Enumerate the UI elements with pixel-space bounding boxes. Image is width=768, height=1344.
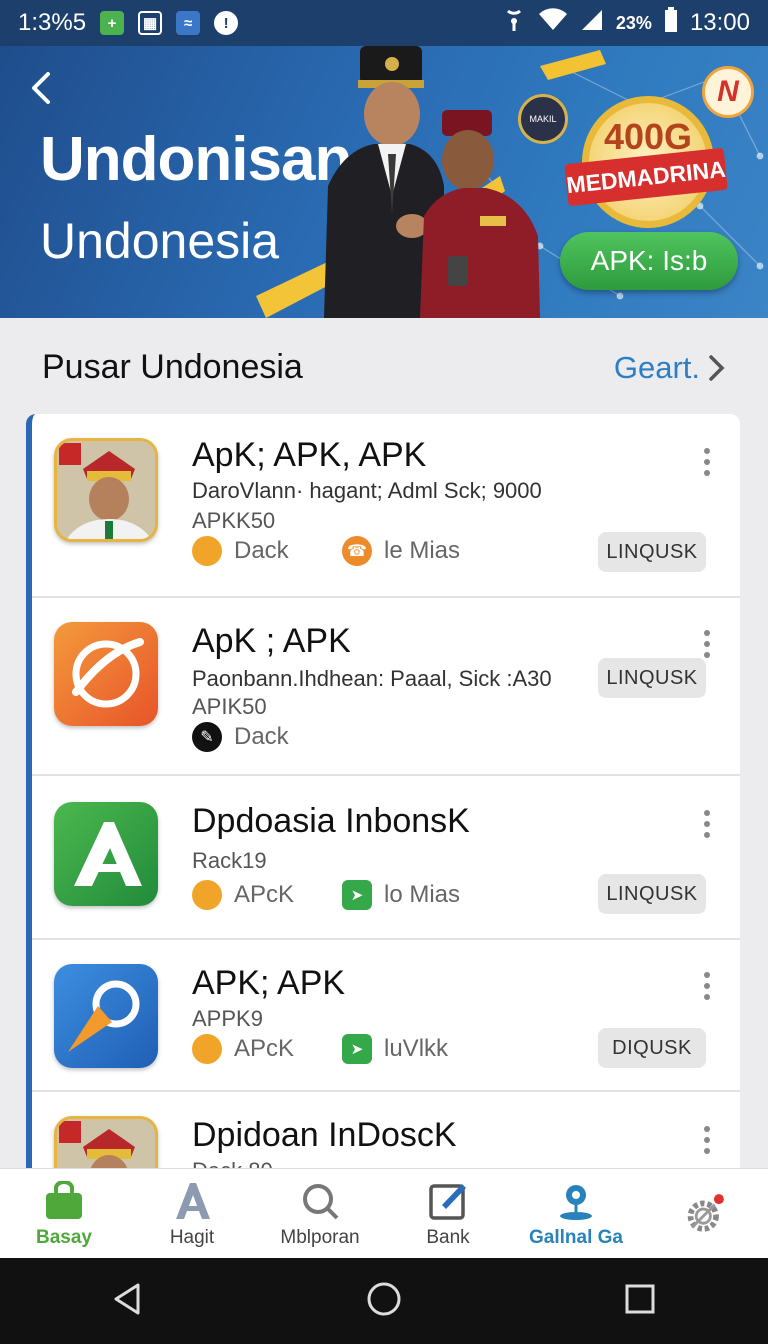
- app-name: Dpdoasia InbonsK: [192, 802, 470, 840]
- app-description: Paonbann.Ihdhean: Paaal, Sick :A30: [192, 666, 552, 691]
- nav-tab-gallnal[interactable]: Gallnal Ga: [512, 1169, 640, 1258]
- status-left-text: 1:3%5: [18, 9, 87, 36]
- seal-badge: MAKIL: [518, 94, 568, 144]
- list-item[interactable]: ApK ; APK Paonbann.Ihdhean: Paaal, Sick …: [32, 598, 740, 776]
- battery-percent: 23%: [615, 12, 652, 33]
- tag-label: le Mias: [384, 537, 461, 564]
- plus-notification-icon: +: [100, 11, 125, 35]
- tag-label: Dack: [234, 723, 289, 750]
- calendar-notification-icon: ▦: [138, 11, 163, 35]
- install-button[interactable]: LINQUSK: [598, 658, 706, 698]
- tag-label: Dack: [234, 537, 289, 564]
- status-bar: 1:3%5 + ▦ ≈ ! 23% 13:00: [0, 0, 768, 46]
- app-tag: APcK: [192, 880, 294, 910]
- tag-label: lo Mias: [384, 881, 461, 908]
- nav-label: Mblporan: [280, 1226, 360, 1248]
- edit-box-icon: [426, 1179, 470, 1223]
- clock: 13:00: [689, 9, 750, 36]
- gear-icon: [682, 1192, 726, 1236]
- app-icon-letter-a: [54, 802, 158, 906]
- more-options-icon[interactable]: [702, 1126, 712, 1154]
- phone-icon: ☎: [342, 536, 372, 566]
- app-list: ApK; APK, APK DaroVlann· hagant; Adml Sc…: [26, 414, 740, 1168]
- more-options-icon[interactable]: [702, 810, 712, 838]
- app-tag: ☎ le Mias: [342, 536, 460, 566]
- orange-coin-icon: [192, 880, 222, 910]
- app-description: DaroVlann· hagant; Adml Sck; 9000: [192, 478, 542, 503]
- nav-label: Basay: [36, 1226, 92, 1248]
- send-icon: ➤: [342, 880, 372, 910]
- app-meta: APKK50: [192, 508, 276, 533]
- letter-a-icon: [170, 1179, 214, 1223]
- alert-notification-icon: !: [214, 11, 239, 35]
- more-options-icon[interactable]: [702, 972, 712, 1000]
- see-all-label: Geart.: [613, 350, 700, 385]
- app-tag: Dack: [192, 536, 289, 566]
- app-icon-orange-swirl: [54, 622, 158, 726]
- feather-icon: ✎: [192, 722, 222, 752]
- install-button[interactable]: LINQUSK: [598, 532, 706, 572]
- app-meta: Dack 80: [192, 1158, 273, 1168]
- app-name: Dpidoan InDoscK: [192, 1116, 457, 1154]
- wifi-icon: [538, 7, 568, 39]
- list-item[interactable]: Dpdoasia InbonsK Rack19 APcK ➤ lo Mias L…: [32, 776, 740, 940]
- app-name: ApK; APK, APK: [192, 436, 427, 474]
- tag-label: luVlkk: [384, 1035, 449, 1062]
- app-meta: APIK50: [192, 694, 267, 719]
- tag-label: APcK: [234, 1035, 295, 1062]
- nav-label: Bank: [426, 1226, 470, 1248]
- app-name: APK; APK: [192, 964, 346, 1002]
- search-icon: [298, 1179, 342, 1223]
- signal-icon: [580, 8, 604, 39]
- hotspot-icon: [502, 7, 526, 40]
- app-meta: Rack19: [192, 848, 267, 873]
- chevron-left-icon: [32, 72, 50, 104]
- list-item[interactable]: ApK; APK, APK DaroVlann· hagant; Adml Sc…: [32, 414, 740, 598]
- nav-label: Gallnal Ga: [529, 1226, 623, 1248]
- nav-tab-bank[interactable]: Bank: [384, 1169, 512, 1258]
- app-meta: APPK9: [192, 1006, 263, 1031]
- back-triangle-icon[interactable]: [110, 1281, 146, 1322]
- nav-label: Hagit: [169, 1226, 215, 1248]
- nav-tab-basay[interactable]: Basay: [0, 1169, 128, 1258]
- app-icon-portrait: [54, 1116, 158, 1168]
- list-item[interactable]: Dpidoan InDoscK Dack 80: [32, 1092, 740, 1168]
- app-tag: ➤ luVlkk: [342, 1034, 448, 1064]
- tag-label: APcK: [234, 881, 295, 908]
- recents-square-icon[interactable]: [622, 1281, 658, 1322]
- app-tag: ✎ Dack: [192, 722, 289, 752]
- nav-tab-settings[interactable]: [640, 1169, 768, 1258]
- app-icon-portrait: [54, 438, 158, 542]
- banner-subtitle: Undonesia: [40, 213, 280, 269]
- orange-coin-icon: [192, 536, 222, 566]
- install-button[interactable]: DIQUSK: [598, 1028, 706, 1068]
- shopping-bag-icon: [42, 1179, 86, 1223]
- brand-logo: N: [702, 66, 754, 118]
- app-icon-blue-cone: [54, 964, 158, 1068]
- send-icon: ➤: [342, 1034, 372, 1064]
- install-button[interactable]: LINQUSK: [598, 874, 706, 914]
- app-notification-icon: ≈: [176, 11, 201, 35]
- apk-download-button[interactable]: APK: Is:b: [560, 232, 738, 290]
- see-all-link[interactable]: Geart.: [614, 350, 728, 386]
- promo-banner[interactable]: Undonisan Undonesia MAKIL 400G MEDMADRIN…: [0, 46, 768, 318]
- chevron-right-icon: [709, 355, 725, 381]
- battery-icon: [664, 6, 678, 40]
- nav-tab-hagit[interactable]: Hagit: [128, 1169, 256, 1258]
- more-options-icon[interactable]: [702, 630, 712, 658]
- back-button[interactable]: [22, 68, 62, 108]
- location-pin-icon: [554, 1179, 598, 1223]
- nav-tab-mblporan[interactable]: Mblporan: [256, 1169, 384, 1258]
- app-name: ApK ; APK: [192, 622, 351, 660]
- home-circle-icon[interactable]: [366, 1281, 402, 1322]
- section-title: Pusar Undonesia: [42, 348, 303, 386]
- app-tag: ➤ lo Mias: [342, 880, 460, 910]
- bottom-navigation: Basay Hagit Mblporan Bank Gallnal Ga: [0, 1168, 768, 1258]
- system-navigation-bar: [0, 1258, 768, 1344]
- more-options-icon[interactable]: [702, 448, 712, 476]
- app-tag: APcK: [192, 1034, 294, 1064]
- orange-coin-icon: [192, 1034, 222, 1064]
- list-item[interactable]: APK; APK APPK9 APcK ➤ luVlkk DIQUSK: [32, 940, 740, 1092]
